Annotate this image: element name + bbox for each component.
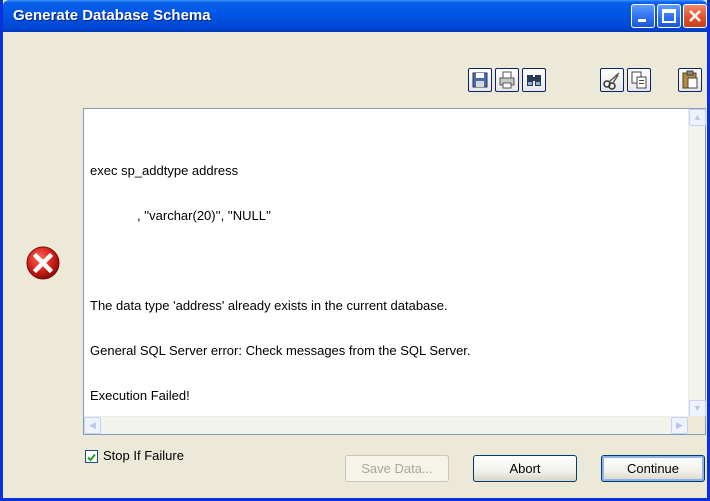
horizontal-scrollbar[interactable]: ◀ ▶ xyxy=(84,416,688,434)
scroll-right-button[interactable]: ▶ xyxy=(671,417,688,434)
chevron-up-icon: ▲ xyxy=(693,112,702,122)
minimize-button[interactable] xyxy=(631,4,655,28)
copy-button[interactable] xyxy=(627,68,651,92)
maximize-button[interactable] xyxy=(657,4,681,28)
dialog-window: Generate Database Schema exec sp_addtype… xyxy=(0,0,710,501)
printer-icon xyxy=(499,71,515,89)
cut-button[interactable] xyxy=(600,68,624,92)
maximize-icon xyxy=(662,9,676,23)
output-line: , ''varchar(20)'', ''NULL'' xyxy=(90,208,271,223)
close-button[interactable] xyxy=(683,4,707,28)
output-text: exec sp_addtype address , ''varchar(20)'… xyxy=(90,133,670,433)
floppy-disk-icon xyxy=(472,72,488,88)
minimize-icon xyxy=(638,19,646,22)
title-bar[interactable]: Generate Database Schema xyxy=(3,0,707,32)
error-icon xyxy=(26,246,60,280)
continue-button[interactable]: Continue xyxy=(601,455,705,482)
window-title: Generate Database Schema xyxy=(13,7,211,24)
output-line: Execution Failed! xyxy=(90,388,190,403)
abort-button[interactable]: Abort xyxy=(473,455,577,482)
scissors-icon xyxy=(603,72,620,90)
output-line: exec sp_addtype address xyxy=(90,163,239,178)
checkmark-icon xyxy=(87,453,96,462)
binoculars-icon xyxy=(527,75,541,86)
copy-icon xyxy=(631,71,647,89)
print-button[interactable] xyxy=(495,68,519,92)
chevron-down-icon: ▼ xyxy=(693,403,702,413)
stop-if-failure-label: Stop If Failure xyxy=(103,448,184,463)
scroll-up-button[interactable]: ▲ xyxy=(689,109,706,126)
save-data-button[interactable]: Save Data... xyxy=(345,455,449,482)
stop-if-failure-checkbox[interactable] xyxy=(85,450,98,463)
close-icon xyxy=(689,10,701,22)
save-button[interactable] xyxy=(468,68,492,92)
paste-button[interactable] xyxy=(678,68,702,92)
output-line: General SQL Server error: Check messages… xyxy=(90,343,471,358)
output-textarea[interactable]: exec sp_addtype address , ''varchar(20)'… xyxy=(83,108,706,435)
chevron-right-icon: ▶ xyxy=(676,420,683,430)
output-line: The data type 'address' already exists i… xyxy=(90,298,448,313)
scroll-down-button[interactable]: ▼ xyxy=(689,400,706,417)
scroll-left-button[interactable]: ◀ xyxy=(84,417,101,434)
vertical-scrollbar[interactable]: ▲ ▼ xyxy=(688,109,706,417)
clipboard-icon xyxy=(682,70,698,89)
scrollbar-corner xyxy=(688,416,705,434)
find-button[interactable] xyxy=(522,68,546,92)
chevron-left-icon: ◀ xyxy=(89,420,96,430)
